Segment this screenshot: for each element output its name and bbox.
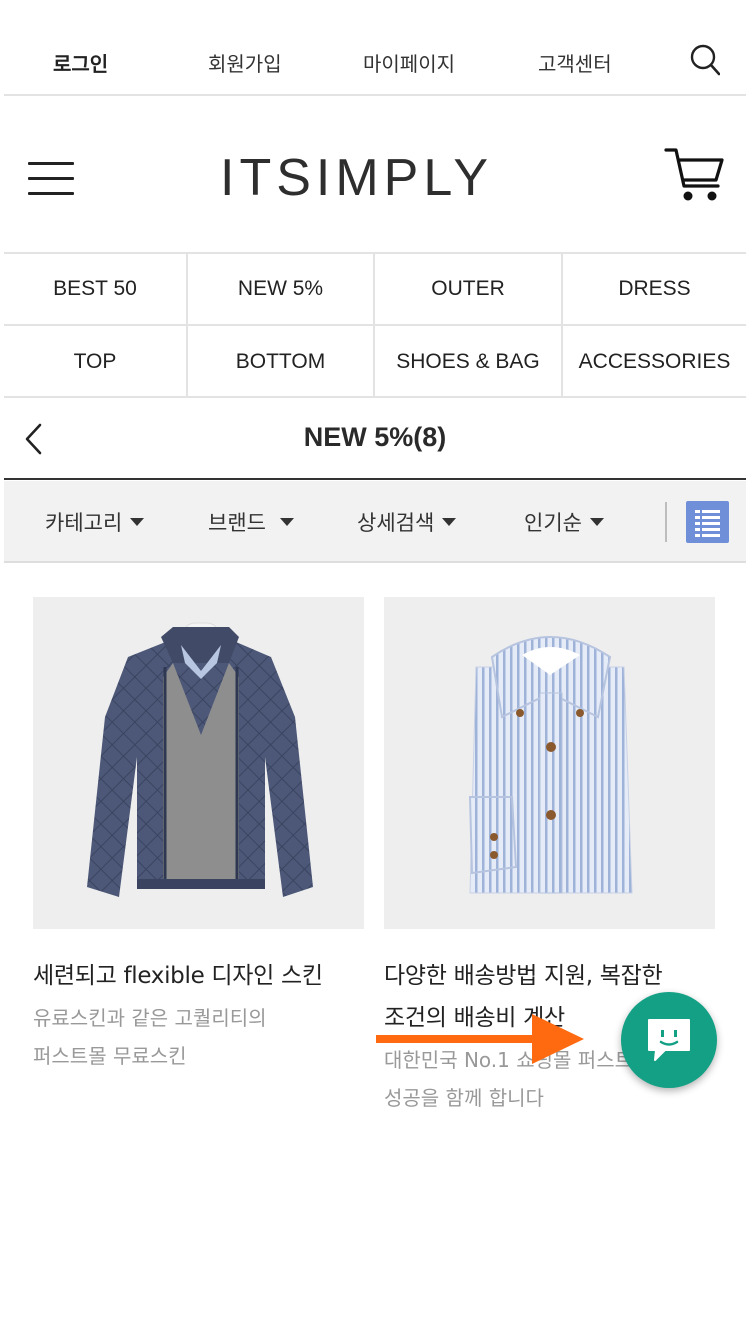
customer-center-link[interactable]: 고객센터 bbox=[538, 48, 612, 77]
category-accessories[interactable]: ACCESSORIES bbox=[563, 326, 746, 398]
product-card[interactable]: 세련되고 flexible 디자인 스킨 유료스킨과 같은 고퀄리티의 퍼스트몰… bbox=[33, 597, 364, 1075]
hamburger-menu-icon[interactable] bbox=[28, 162, 74, 196]
filter-sort[interactable]: 인기순 bbox=[524, 507, 604, 537]
product-name-line: 다양한 배송방법 지원, 복잡한 bbox=[384, 963, 663, 989]
brand-header: ITSIMPLY bbox=[4, 96, 746, 254]
filter-sort-label: 인기순 bbox=[524, 511, 582, 535]
page-title: NEW 5%(8) bbox=[303, 422, 447, 452]
caret-down-icon bbox=[130, 518, 145, 526]
orange-arrow-icon bbox=[376, 1014, 584, 1064]
category-top[interactable]: TOP bbox=[4, 326, 188, 398]
category-bottom[interactable]: BOTTOM bbox=[188, 326, 375, 398]
quilted-jacket-image bbox=[87, 622, 313, 897]
category-shoes-bag[interactable]: SHOES & BAG bbox=[375, 326, 563, 398]
divider bbox=[665, 502, 667, 542]
category-new5[interactable]: NEW 5% bbox=[188, 254, 375, 326]
product-image[interactable] bbox=[33, 597, 364, 929]
caret-down-icon bbox=[279, 518, 294, 526]
page-header: NEW 5%(8) bbox=[4, 398, 746, 480]
caret-down-icon bbox=[589, 518, 604, 526]
shopping-cart-icon[interactable] bbox=[664, 146, 726, 204]
product-image[interactable] bbox=[384, 597, 715, 929]
filter-category-label: 카테고리 bbox=[45, 511, 123, 535]
filter-brand-label: 브랜드 bbox=[208, 511, 266, 535]
top-utility-bar: 로그인 회원가입 마이페이지 고객센터 bbox=[4, 0, 746, 96]
product-name[interactable]: 세련되고 flexible 디자인 스킨 bbox=[33, 955, 364, 997]
chat-button[interactable] bbox=[621, 992, 717, 1088]
product-description-line: 유료스킨과 같은 고퀄리티의 bbox=[33, 1006, 267, 1030]
category-best50[interactable]: BEST 50 bbox=[4, 254, 188, 326]
filter-brand[interactable]: 브랜드 bbox=[208, 507, 294, 537]
filter-detail-search[interactable]: 상세검색 bbox=[357, 507, 457, 537]
login-link[interactable]: 로그인 bbox=[53, 48, 108, 77]
category-dress[interactable]: DRESS bbox=[563, 254, 746, 326]
mypage-link[interactable]: 마이페이지 bbox=[363, 48, 455, 77]
product-description: 유료스킨과 같은 고퀄리티의 퍼스트몰 무료스킨 bbox=[33, 999, 364, 1075]
category-grid: BEST 50 NEW 5% OUTER DRESS TOP BOTTOM SH… bbox=[4, 254, 746, 398]
striped-shirt-image bbox=[468, 636, 633, 894]
signup-link[interactable]: 회원가입 bbox=[208, 48, 282, 77]
filter-bar: 카테고리 브랜드 상세검색 인기순 bbox=[4, 481, 746, 563]
list-view-icon[interactable] bbox=[686, 501, 729, 543]
caret-down-icon bbox=[442, 518, 457, 526]
chat-bubble-icon bbox=[648, 1019, 690, 1061]
filter-category[interactable]: 카테고리 bbox=[45, 507, 145, 537]
site-logo[interactable]: ITSIMPLY bbox=[220, 148, 493, 208]
category-outer[interactable]: OUTER bbox=[375, 254, 563, 326]
product-description-line: 퍼스트몰 무료스킨 bbox=[33, 1044, 187, 1068]
filter-detail-search-label: 상세검색 bbox=[357, 511, 435, 535]
search-icon[interactable] bbox=[690, 44, 720, 76]
